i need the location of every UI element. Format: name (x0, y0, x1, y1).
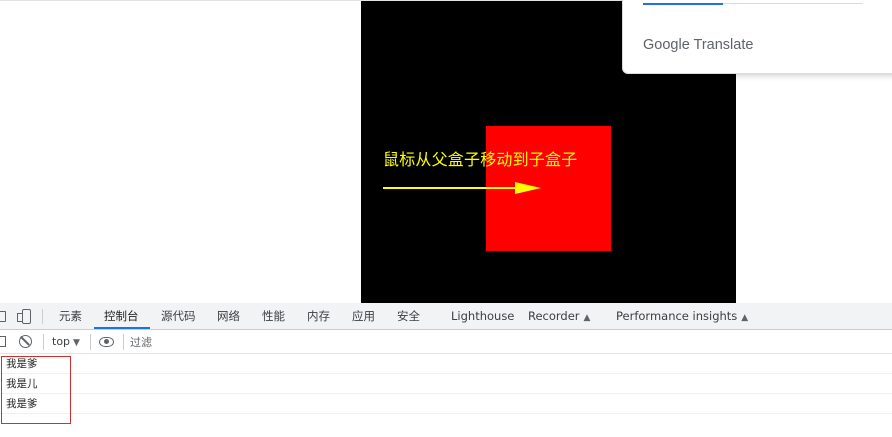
console-filter-input[interactable] (130, 333, 430, 351)
translate-active-tab-indicator (643, 3, 723, 5)
console-message[interactable]: 我是爹 (0, 355, 892, 374)
tab-lighthouse[interactable]: Lighthouse (451, 303, 514, 330)
tab-security[interactable]: 安全 (397, 303, 420, 330)
tab-performance[interactable]: 性能 (262, 303, 285, 330)
devtools-tabbar: 元素 控制台 源代码 网络 性能 内存 应用 安全 Lighthouse Rec… (0, 303, 892, 330)
devtools-panel: 元素 控制台 源代码 网络 性能 内存 应用 安全 Lighthouse Rec… (0, 303, 892, 437)
tabbar-divider (42, 309, 43, 324)
demo-caption: 鼠标从父盒子移动到子盒子 (383, 150, 578, 169)
console-output: 我是爹 我是儿 我是爹 (0, 355, 892, 437)
inspect-element-icon[interactable] (0, 311, 6, 322)
toolbar-divider (90, 334, 91, 350)
tab-performance-insights[interactable]: Performance insights ▲ (616, 303, 748, 330)
tab-sources[interactable]: 源代码 (161, 303, 196, 330)
device-toolbar-icon[interactable] (17, 309, 31, 324)
translate-brand-label: Google Translate (643, 37, 754, 53)
tab-recorder-label: Recorder (528, 309, 580, 323)
toolbar-divider (123, 334, 124, 350)
console-message[interactable]: 我是儿 (0, 375, 892, 394)
google-translate-popup: Google Translate (622, 0, 892, 74)
flask-icon: ▲ (741, 313, 749, 323)
toolbar-divider (43, 334, 44, 350)
context-selector-value: top (52, 335, 71, 348)
tab-elements[interactable]: 元素 (59, 303, 82, 330)
tab-recorder[interactable]: Recorder ▲ (528, 303, 590, 330)
tab-network[interactable]: 网络 (217, 303, 240, 330)
context-selector[interactable]: top ▼ (52, 330, 80, 354)
console-message[interactable]: 我是爹 (0, 395, 892, 414)
console-sidebar-icon[interactable] (0, 336, 6, 347)
flask-icon: ▲ (583, 313, 591, 323)
clear-console-icon[interactable] (19, 335, 32, 348)
tab-memory[interactable]: 内存 (307, 303, 330, 330)
tab-application[interactable]: 应用 (352, 303, 375, 330)
caret-down-icon: ▼ (73, 338, 80, 348)
translate-tab-divider (723, 3, 863, 4)
live-expression-eye-icon[interactable] (99, 337, 114, 347)
right-arrow-icon (383, 182, 541, 194)
active-tab-indicator (94, 327, 150, 329)
tab-performance-insights-label: Performance insights (616, 309, 738, 323)
console-toolbar: top ▼ (0, 330, 892, 354)
tab-console[interactable]: 控制台 (104, 303, 139, 330)
